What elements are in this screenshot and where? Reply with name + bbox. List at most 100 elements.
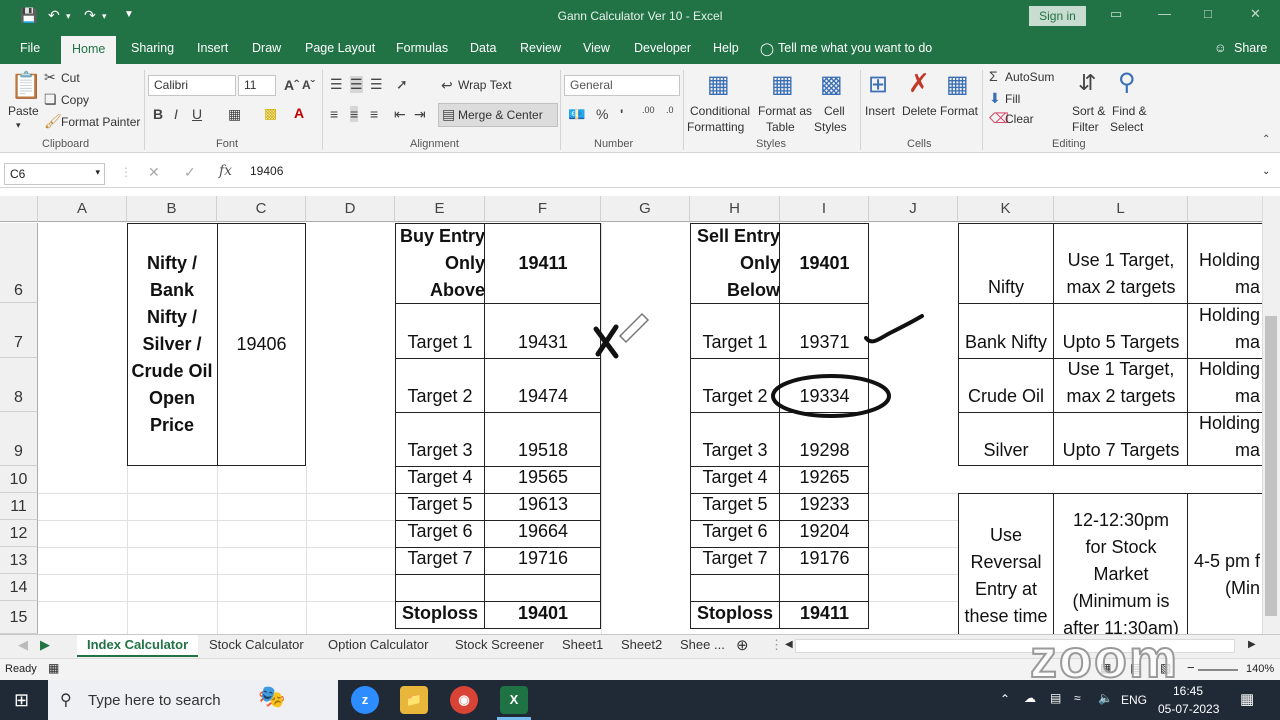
add-sheet-icon[interactable]: ⊕ — [736, 636, 749, 654]
align-left-icon[interactable]: ≡ — [330, 106, 338, 122]
tab-sharing[interactable]: Sharing — [131, 41, 174, 55]
number-format-select[interactable]: General — [564, 75, 680, 96]
next-sheet-icon[interactable]: ▶ — [40, 637, 50, 653]
paste-icon[interactable]: 📋 — [10, 70, 42, 101]
sheet-tab-stock-calculator[interactable]: Stock Calculator — [209, 637, 304, 652]
cell-styles-button[interactable]: Cell — [824, 104, 845, 118]
accounting-format-icon[interactable]: 💶 — [568, 106, 585, 123]
align-center-icon[interactable]: ≡ — [350, 106, 359, 122]
top-align-icon[interactable]: ☰ — [330, 76, 343, 93]
expand-formula-bar-icon[interactable]: ⌄ — [1262, 166, 1270, 177]
wrap-text-button[interactable]: Wrap Text — [458, 78, 512, 92]
insert-cells-button[interactable]: Insert — [865, 104, 895, 118]
comma-style-icon[interactable]: ʹ — [620, 106, 623, 122]
confirm-entry-icon[interactable]: ✓ — [184, 164, 196, 181]
merge-center-button[interactable]: Merge & Center — [458, 108, 543, 122]
clock-date[interactable]: 05-07-2023 — [1158, 702, 1219, 716]
zoom-app-icon[interactable]: z — [351, 686, 379, 714]
macro-record-icon[interactable]: ▦ — [48, 661, 59, 675]
scroll-right-icon[interactable]: ▶ — [1248, 639, 1256, 650]
formula-input[interactable]: 19406 — [250, 164, 283, 178]
paste-button[interactable]: Paste — [8, 104, 39, 118]
decrease-indent-icon[interactable]: ⇤ — [394, 106, 406, 123]
tab-formulas[interactable]: Formulas — [396, 41, 448, 55]
paste-dropdown-icon[interactable]: ▾ — [16, 120, 21, 131]
sheet-tab-index-calculator[interactable]: Index Calculator — [77, 635, 199, 657]
windows-start-icon[interactable]: ⊞ — [14, 690, 29, 711]
sheet-tab-sheet1[interactable]: Sheet1 — [562, 637, 603, 652]
tab-review[interactable]: Review — [520, 41, 561, 55]
sheet-tab-stock-screener[interactable]: Stock Screener — [455, 637, 544, 652]
sheet-tab-option-calculator[interactable]: Option Calculator — [328, 637, 428, 652]
bottom-align-icon[interactable]: ☰ — [370, 76, 383, 93]
tab-data[interactable]: Data — [470, 41, 496, 55]
language-indicator[interactable]: ENG — [1121, 693, 1147, 707]
middle-align-icon[interactable]: ☰ — [350, 76, 363, 93]
zoom-slider[interactable] — [1198, 669, 1238, 671]
scroll-left-icon[interactable]: ◀ — [785, 639, 793, 650]
clock-time[interactable]: 16:45 — [1173, 684, 1203, 698]
conditional-formatting-button[interactable]: Conditional — [690, 104, 750, 118]
tray-overflow-icon[interactable]: ⌃ — [1000, 692, 1010, 706]
taskbar-search[interactable]: ⚲ Type here to search 🎭 — [48, 680, 338, 720]
bold-icon[interactable]: B — [153, 106, 163, 122]
minimize-icon[interactable]: — — [1158, 6, 1171, 21]
zoom-out-icon[interactable]: − — [1187, 660, 1195, 675]
find-select-button[interactable]: Find & — [1112, 104, 1147, 118]
tell-me-search[interactable]: Tell me what you want to do — [778, 41, 932, 55]
network-icon[interactable]: ▤ — [1050, 691, 1061, 705]
format-as-table-button[interactable]: Format as — [758, 104, 812, 118]
font-size-select[interactable]: 11 — [238, 75, 276, 96]
chrome-icon[interactable]: ◉ — [450, 686, 478, 714]
prev-sheet-icon[interactable]: ◀ — [18, 637, 28, 653]
cut-button[interactable]: Cut — [61, 71, 80, 85]
sheet-tab-sheet2[interactable]: Sheet2 — [621, 637, 662, 652]
tab-draw[interactable]: Draw — [252, 41, 281, 55]
volume-icon[interactable]: 🔈 — [1098, 691, 1113, 705]
decrease-decimal-icon[interactable]: .0 — [666, 105, 674, 115]
cancel-entry-icon[interactable]: ✕ — [148, 164, 160, 181]
increase-decimal-icon[interactable]: .00 — [642, 105, 655, 115]
italic-icon[interactable]: I — [174, 106, 178, 122]
file-explorer-icon[interactable]: 📁 — [400, 686, 428, 714]
font-name-select[interactable]: Calibri — [148, 75, 236, 96]
name-box-dropdown-icon[interactable]: ▾ — [95, 167, 100, 178]
clear-button[interactable]: Clear — [1005, 112, 1034, 126]
sign-in-button[interactable]: Sign in — [1029, 6, 1086, 26]
excel-taskbar-icon[interactable]: X — [500, 686, 528, 714]
copy-button[interactable]: Copy — [61, 93, 89, 107]
worksheet-grid[interactable]: A B C D E F G H I J K L 6 7 8 9 10 11 12… — [0, 196, 1280, 634]
collapse-ribbon-icon[interactable]: ⌃ — [1262, 134, 1270, 145]
ribbon-display-icon[interactable]: ▭ — [1110, 6, 1122, 22]
tab-developer[interactable]: Developer — [634, 41, 691, 55]
wifi-icon[interactable]: ≈ — [1074, 691, 1081, 705]
zoom-level[interactable]: 140% — [1246, 663, 1274, 675]
fill-color-icon[interactable]: ▩ — [264, 105, 277, 122]
onedrive-icon[interactable]: ☁ — [1024, 691, 1036, 705]
percent-icon[interactable]: % — [596, 106, 608, 122]
tab-file[interactable]: File — [20, 41, 40, 55]
font-color-icon[interactable]: A — [294, 105, 304, 121]
tab-insert[interactable]: Insert — [197, 41, 228, 55]
fill-button[interactable]: Fill — [1005, 92, 1020, 106]
autosum-button[interactable]: AutoSum — [1005, 70, 1054, 84]
name-box[interactable]: C6 ▾ — [4, 163, 105, 185]
maximize-icon[interactable]: □ — [1204, 6, 1212, 21]
tab-home[interactable]: Home — [61, 36, 117, 64]
increase-indent-icon[interactable]: ⇥ — [414, 106, 426, 123]
tab-view[interactable]: View — [583, 41, 610, 55]
format-cells-button[interactable]: Format — [940, 104, 978, 118]
share-button[interactable]: Share — [1234, 41, 1267, 55]
tab-split-icon[interactable]: ⋮ — [770, 637, 783, 653]
tab-page-layout[interactable]: Page Layout — [305, 41, 375, 55]
underline-icon[interactable]: U — [192, 106, 202, 122]
format-painter-button[interactable]: Format Painter — [61, 115, 140, 129]
orientation-icon[interactable]: ➚ — [396, 76, 408, 93]
sheet-tab-more[interactable]: Shee ... — [680, 637, 725, 652]
align-right-icon[interactable]: ≡ — [370, 106, 378, 122]
sort-filter-button[interactable]: Sort & — [1072, 104, 1105, 118]
close-icon[interactable]: ✕ — [1250, 6, 1261, 22]
insert-function-icon[interactable]: fx — [219, 163, 232, 179]
delete-cells-button[interactable]: Delete — [902, 104, 937, 118]
notifications-icon[interactable]: ▦ — [1240, 690, 1254, 708]
